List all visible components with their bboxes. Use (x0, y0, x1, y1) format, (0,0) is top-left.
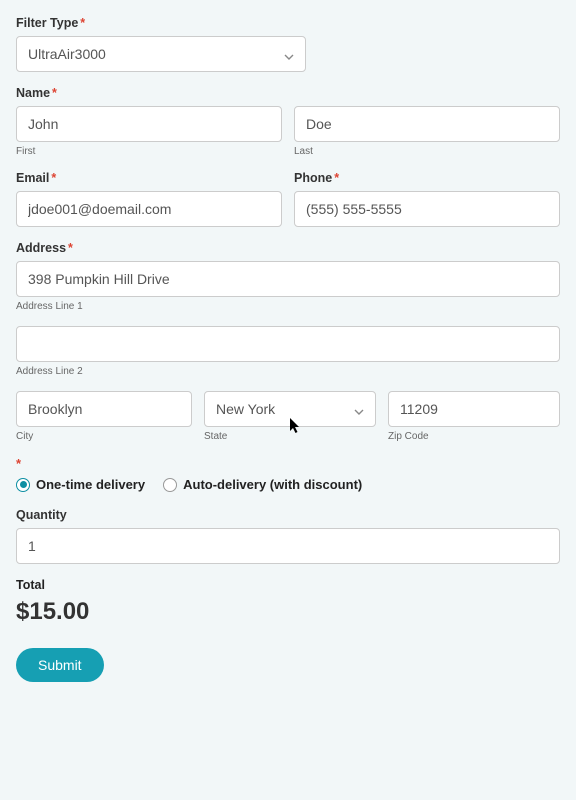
required-asterisk: * (51, 171, 56, 185)
last-name-input[interactable] (294, 106, 560, 142)
radio-unchecked-icon (163, 478, 177, 492)
required-asterisk: * (68, 241, 73, 255)
required-asterisk: * (334, 171, 339, 185)
email-input[interactable] (16, 191, 282, 227)
city-sublabel: City (16, 431, 192, 442)
last-name-sublabel: Last (294, 146, 560, 157)
quantity-input[interactable] (16, 528, 560, 564)
delivery-auto-radio[interactable]: Auto-delivery (with discount) (163, 477, 362, 492)
name-label: Name* (16, 86, 560, 100)
first-name-sublabel: First (16, 146, 282, 157)
address-line2-sublabel: Address Line 2 (16, 366, 560, 377)
radio-checked-icon (16, 478, 30, 492)
filter-type-value: UltraAir3000 (28, 46, 106, 62)
city-input[interactable] (16, 391, 192, 427)
email-label: Email* (16, 171, 282, 185)
address-line1-input[interactable] (16, 261, 560, 297)
submit-button[interactable]: Submit (16, 648, 104, 682)
quantity-label: Quantity (16, 508, 560, 522)
state-sublabel: State (204, 431, 376, 442)
required-asterisk: * (52, 86, 57, 100)
first-name-input[interactable] (16, 106, 282, 142)
required-asterisk: * (16, 456, 560, 471)
total-label: Total (16, 578, 560, 592)
zip-input[interactable] (388, 391, 560, 427)
delivery-onetime-label: One-time delivery (36, 477, 145, 492)
address-line2-input[interactable] (16, 326, 560, 362)
chevron-down-icon (284, 49, 294, 59)
state-value: New York (216, 401, 275, 417)
required-asterisk: * (80, 16, 85, 30)
chevron-down-icon (354, 404, 364, 414)
delivery-auto-label: Auto-delivery (with discount) (183, 477, 362, 492)
total-amount: $15.00 (16, 598, 560, 626)
phone-input[interactable] (294, 191, 560, 227)
filter-type-label: Filter Type* (16, 16, 560, 30)
phone-label: Phone* (294, 171, 560, 185)
address-line1-sublabel: Address Line 1 (16, 301, 560, 312)
delivery-onetime-radio[interactable]: One-time delivery (16, 477, 145, 492)
address-label: Address* (16, 241, 560, 255)
filter-type-select[interactable]: UltraAir3000 (16, 36, 306, 72)
zip-sublabel: Zip Code (388, 431, 560, 442)
state-select[interactable]: New York (204, 391, 376, 427)
